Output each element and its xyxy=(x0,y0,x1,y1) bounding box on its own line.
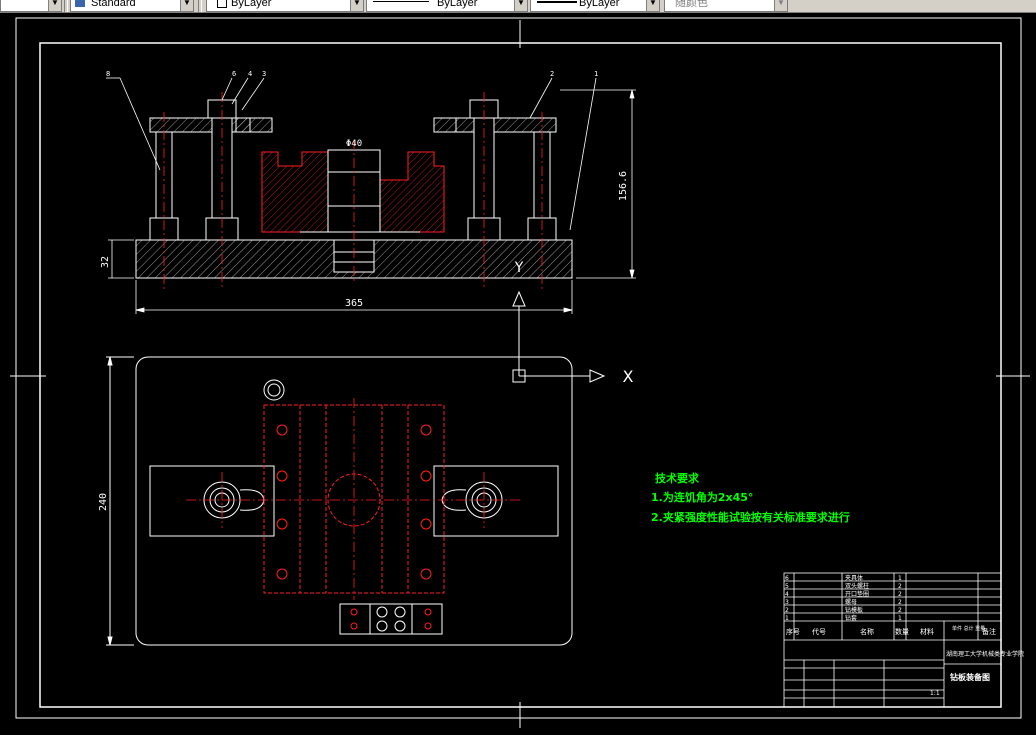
svg-text:备注: 备注 xyxy=(982,627,996,636)
color-swatch-icon xyxy=(217,0,227,8)
balloon-1: 1 xyxy=(594,70,598,78)
dim-width-text: 365 xyxy=(345,298,363,309)
balloon-3: 3 xyxy=(262,70,266,78)
svg-text:夹具体: 夹具体 xyxy=(845,574,863,582)
chevron-down-icon[interactable]: ▼ xyxy=(350,0,363,11)
balloon-4: 4 xyxy=(248,70,252,78)
lineweight-value: ByLayer xyxy=(579,0,620,9)
svg-text:5: 5 xyxy=(785,583,789,590)
title-block xyxy=(783,572,1002,708)
left-clamp-top xyxy=(149,465,275,537)
properties-toolbar: ▼ Standard ▼ ByLayer ▼ ByLayer ▼ ByLayer… xyxy=(0,0,1036,13)
linetype-dropdown[interactable]: ByLayer ▼ xyxy=(366,0,528,12)
layer-color-value: ByLayer xyxy=(231,0,272,9)
svg-text:2: 2 xyxy=(898,607,902,614)
dim-top-height-text: 240 xyxy=(98,493,109,511)
svg-text:钻套: 钻套 xyxy=(845,614,857,622)
dim-total-height-text: 156.6 xyxy=(618,171,629,201)
lineweight-dropdown[interactable]: ByLayer ▼ xyxy=(530,0,660,12)
left-clamp-plate xyxy=(149,117,251,133)
bushing-strip xyxy=(339,603,443,635)
title-block-text: 6 夹具体 1 5 双头螺柱 2 4 开口垫圈 2 3 螺母 2 2 钻模板 2… xyxy=(785,574,1024,697)
layer-color-dropdown[interactable]: ByLayer ▼ xyxy=(206,0,364,12)
dim-bore-text: Φ40 xyxy=(346,139,362,149)
top-view xyxy=(106,356,573,646)
linetype-preview xyxy=(373,1,429,2)
chevron-down-icon[interactable]: ▼ xyxy=(180,0,193,11)
ucs-y-label: Y xyxy=(514,260,524,276)
svg-text:名称: 名称 xyxy=(860,627,874,636)
lineweight-preview xyxy=(537,1,577,3)
drawing-name: 钻板装备图 xyxy=(950,672,990,682)
scale-text: 1:1 xyxy=(930,690,940,697)
plotstyle-dropdown[interactable]: 随颜色 ▼ xyxy=(664,0,788,12)
right-clamp-plate xyxy=(455,117,557,133)
tech-req-item-2: 2.夹紧强度性能试验按有关标准要求进行 xyxy=(651,511,850,524)
plotstyle-value: 随颜色 xyxy=(675,0,708,9)
svg-text:2: 2 xyxy=(785,607,789,614)
svg-text:2: 2 xyxy=(898,599,902,606)
svg-text:6: 6 xyxy=(785,575,789,582)
toolbar-separator xyxy=(64,0,68,12)
svg-text:单件 总计 重量: 单件 总计 重量 xyxy=(952,625,985,632)
svg-text:序号: 序号 xyxy=(786,627,800,636)
drawing-canvas[interactable]: 365 32 156.6 Φ40 8 6 4 3 2 1 Y X 240 6 夹… xyxy=(0,13,1036,731)
svg-text:3: 3 xyxy=(785,599,789,606)
svg-text:螺母: 螺母 xyxy=(845,598,857,606)
svg-text:钻模板: 钻模板 xyxy=(845,606,863,614)
dim-height-text: 32 xyxy=(100,256,111,268)
balloon-2: 2 xyxy=(550,70,554,78)
svg-text:开口垫圈: 开口垫圈 xyxy=(845,590,869,598)
tech-req-title: 技术要求 xyxy=(655,472,699,485)
chevron-down-icon[interactable]: ▼ xyxy=(646,0,659,11)
balloon-6: 6 xyxy=(232,70,236,78)
balloon-numbers: 8 6 4 3 2 1 xyxy=(106,70,598,78)
front-view: 365 32 156.6 Φ40 8 6 4 3 2 1 xyxy=(100,70,636,314)
text-style-dropdown[interactable]: Standard ▼ xyxy=(70,0,194,12)
svg-text:4: 4 xyxy=(785,591,789,598)
svg-text:1: 1 xyxy=(785,615,789,622)
svg-text:材料: 材料 xyxy=(920,627,934,636)
text-style-icon xyxy=(75,0,85,7)
ucs-x-label: X xyxy=(623,367,634,386)
school-name: 湖南理工大学机械类专业学院 xyxy=(946,650,1024,658)
drawing-svg: 365 32 156.6 Φ40 8 6 4 3 2 1 Y X 240 6 夹… xyxy=(10,17,1030,728)
chevron-down-icon[interactable]: ▼ xyxy=(774,0,787,11)
svg-text:2: 2 xyxy=(898,583,902,590)
svg-text:数量: 数量 xyxy=(895,627,909,636)
chevron-down-icon[interactable]: ▼ xyxy=(514,0,527,11)
text-style-value: Standard xyxy=(91,0,136,9)
toolbar-separator xyxy=(198,0,202,12)
chevron-down-icon[interactable]: ▼ xyxy=(48,0,61,11)
ucs-icon xyxy=(512,290,606,383)
tech-req-item-1: 1.为连饥角为2x45° xyxy=(651,491,754,504)
svg-text:代号: 代号 xyxy=(812,627,826,636)
svg-text:1: 1 xyxy=(898,575,902,582)
balloon-8: 8 xyxy=(106,70,110,78)
svg-text:2: 2 xyxy=(898,591,902,598)
first-dropdown[interactable]: ▼ xyxy=(0,0,62,12)
linetype-value: ByLayer xyxy=(437,0,478,9)
svg-text:双头螺柱: 双头螺柱 xyxy=(845,582,869,590)
svg-text:1: 1 xyxy=(898,615,902,622)
